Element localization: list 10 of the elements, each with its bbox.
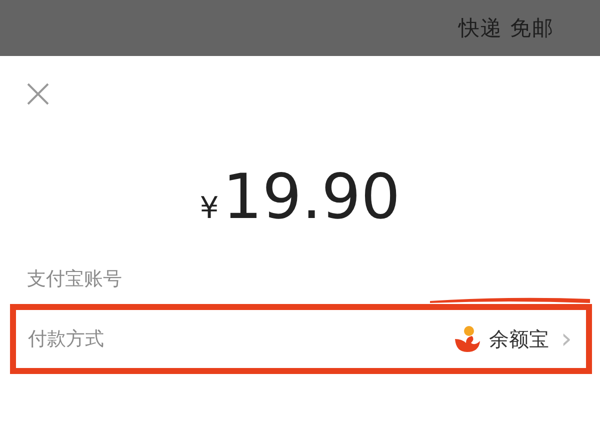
method-value: 余额宝 xyxy=(488,326,549,352)
amount-text: 19.90 xyxy=(222,166,400,228)
chevron-icon: › xyxy=(560,325,572,353)
close-icon[interactable] xyxy=(27,83,49,105)
bird-icon xyxy=(452,325,481,353)
account-label: 支付宝账号 xyxy=(27,267,123,292)
method-label: 付款方式 xyxy=(28,327,105,352)
payment-method-row[interactable]: 付款方式 余额宝 › xyxy=(10,304,592,374)
currency-symbol: ¥ xyxy=(200,191,219,226)
shipping-text: 快递 免邮 xyxy=(458,15,554,42)
